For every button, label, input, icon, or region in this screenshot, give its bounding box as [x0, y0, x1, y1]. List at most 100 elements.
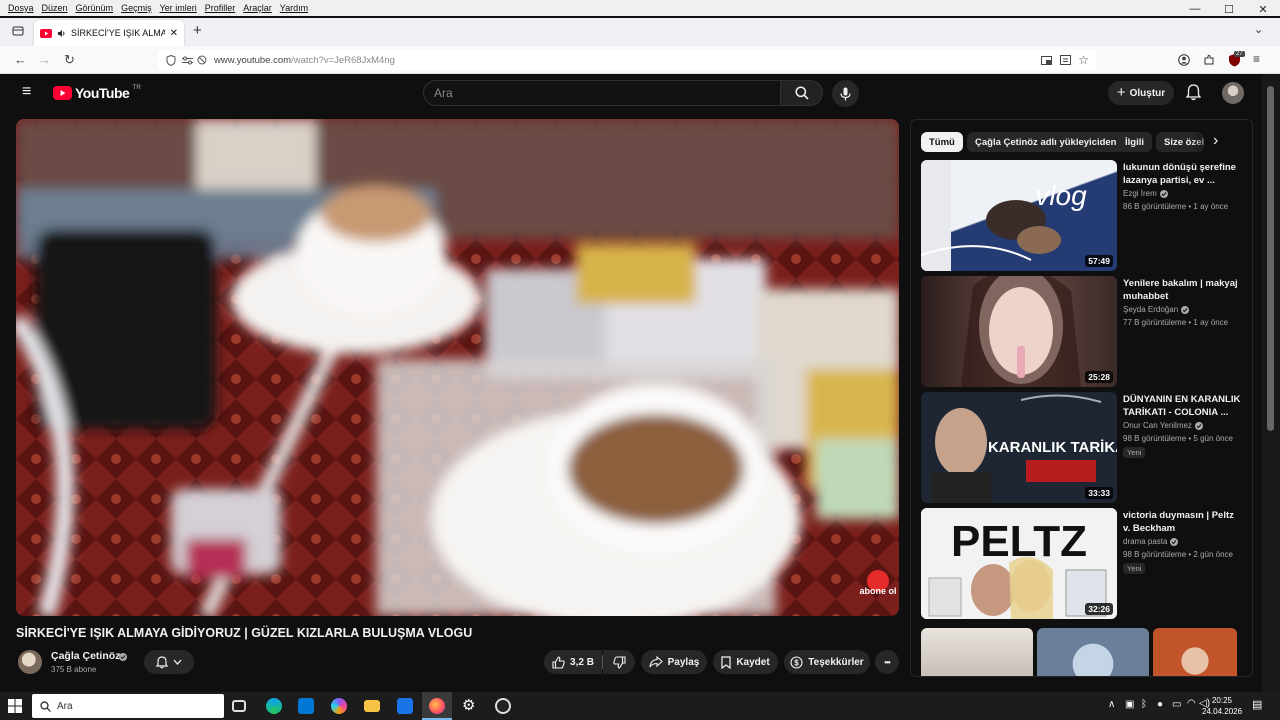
menu-dosya[interactable]: Dosya — [8, 3, 34, 13]
save-button[interactable]: Kaydet — [713, 650, 778, 674]
bluetooth-icon[interactable]: ᛒ — [1141, 699, 1147, 710]
shorts-thumbnail[interactable] — [1153, 628, 1237, 676]
new-tab-button[interactable]: + — [193, 22, 202, 39]
channel-name[interactable]: Çağla Çetinöz — [51, 650, 120, 662]
obs-icon[interactable] — [495, 698, 511, 714]
shorts-thumbnail[interactable] — [921, 628, 1033, 676]
recommendation-title[interactable]: DÜNYANIN EN KARANLIK TARİKATI - COLONIA … — [1123, 393, 1243, 419]
search-button[interactable] — [780, 80, 823, 106]
close-tab-icon[interactable]: ✕ — [170, 28, 178, 39]
maximize-button[interactable]: ☐ — [1212, 0, 1246, 18]
verified-check-icon — [1194, 421, 1203, 430]
page-scrollbar[interactable] — [1262, 74, 1280, 692]
clock-time: 20:25 — [1211, 696, 1233, 705]
hamburger-menu-icon[interactable]: ≡ — [22, 84, 31, 100]
notification-bell-dropdown[interactable] — [144, 650, 194, 674]
permissions-icon[interactable] — [182, 56, 193, 65]
menu-araclar[interactable]: Araçlar — [243, 3, 272, 13]
browser-tab-active[interactable]: SİRKECİ'YE IŞIK ALMAYA GİDİYORUZ ✕ — [34, 20, 184, 46]
chip-related[interactable]: İlgili — [1117, 132, 1152, 152]
chevron-right-icon[interactable]: › — [1213, 132, 1218, 150]
video-thumbnail[interactable]: PELTZ 32:26 — [921, 508, 1117, 619]
url-path: /watch?v=JeR68JxM4ng — [291, 54, 395, 66]
shield-icon[interactable] — [166, 54, 176, 66]
store-icon[interactable] — [298, 698, 314, 714]
tab-overflow-icon[interactable]: ⌄ — [1254, 23, 1263, 36]
start-button-icon[interactable] — [8, 699, 22, 713]
dislike-button[interactable] — [603, 650, 635, 674]
microphone-tray-icon[interactable]: ● — [1157, 699, 1163, 710]
like-button[interactable]: 3,2 B — [544, 650, 602, 674]
video-thumbnail[interactable]: KARANLIK TARİKAT 33:33 — [921, 392, 1117, 503]
tab-bar: SİRKECİ'YE IŞIK ALMAYA GİDİYORUZ ✕ + ⌄ — [0, 18, 1280, 46]
duration-badge: 32:26 — [1085, 603, 1113, 615]
close-window-button[interactable]: ✕ — [1246, 0, 1280, 18]
url-bar[interactable]: www.youtube.com /watch?v=JeR68JxM4ng ☆ — [158, 50, 1096, 70]
pip-icon[interactable] — [1041, 55, 1052, 65]
tab-list-icon[interactable] — [12, 25, 24, 37]
menu-gorunum[interactable]: Görünüm — [76, 3, 114, 13]
forward-arrow-icon[interactable]: → — [38, 52, 51, 67]
create-button[interactable]: + Oluştur — [1108, 81, 1174, 105]
reader-view-icon[interactable] — [1060, 55, 1071, 65]
copilot-icon[interactable] — [331, 698, 347, 714]
tray-overflow-icon[interactable]: ∧ — [1108, 699, 1115, 710]
search-icon — [794, 86, 809, 100]
recommendation-title[interactable]: victoria duymasın | Peltz v. Beckham — [1123, 509, 1243, 535]
bookmark-star-icon[interactable]: ☆ — [1078, 53, 1089, 67]
share-button[interactable]: Paylaş — [641, 650, 707, 674]
shorts-thumbnail[interactable] — [1037, 628, 1149, 676]
more-actions-button[interactable]: ••• — [875, 650, 899, 674]
tracking-off-icon[interactable] — [197, 55, 207, 65]
recommendation-card[interactable]: PELTZ 32:26 victoria duymasın | Peltz v.… — [921, 508, 1246, 620]
firefox-taskbar-item[interactable] — [422, 692, 452, 720]
menu-profiller[interactable]: Profiller — [205, 3, 236, 13]
recommendation-channel[interactable]: Şeyda Erdoğan — [1123, 305, 1190, 314]
notification-center-icon[interactable]: ▤ — [1252, 698, 1262, 711]
chip-from-uploader[interactable]: Çağla Çetinöz adlı yükleyiciden — [967, 132, 1125, 152]
battery-icon[interactable]: ▭ — [1172, 699, 1181, 710]
video-thumbnail[interactable]: vlog 57:49 — [921, 160, 1117, 271]
notifications-bell-icon[interactable] — [1186, 84, 1201, 101]
menu-duzen[interactable]: Düzen — [42, 3, 68, 13]
file-explorer-icon[interactable] — [364, 700, 380, 712]
chip-all[interactable]: Tümü — [921, 132, 963, 152]
clock[interactable]: 20:25 24.04.2026 — [1202, 695, 1242, 717]
wifi-icon[interactable]: ◠ — [1187, 698, 1196, 709]
app-menu-icon[interactable]: ≡ — [1253, 52, 1260, 66]
verified-check-icon — [1170, 537, 1179, 546]
speaker-icon[interactable] — [57, 29, 66, 38]
menu-yardim[interactable]: Yardım — [280, 3, 308, 13]
task-view-icon[interactable] — [232, 700, 246, 712]
mail-icon[interactable] — [397, 698, 413, 714]
settings-gear-icon[interactable]: ⚙ — [462, 696, 475, 714]
recommendation-card[interactable]: 25:28 Yenilere bakalım | makyaj muhabbet… — [921, 276, 1246, 388]
recommendation-title[interactable]: lukunun dönüşü şerefine lazanya partisi,… — [1123, 161, 1243, 187]
recommendation-channel[interactable]: Onur Can Yenilmez — [1123, 421, 1203, 430]
minimize-button[interactable]: — — [1178, 0, 1212, 18]
youtube-logo[interactable]: YouTube TR — [53, 84, 141, 101]
scrollbar-thumb[interactable] — [1267, 86, 1274, 431]
extensions-icon[interactable] — [1203, 54, 1215, 66]
account-icon[interactable] — [1178, 54, 1190, 66]
edge-icon[interactable] — [266, 698, 282, 714]
user-avatar[interactable] — [1222, 82, 1244, 104]
voice-search-button[interactable] — [832, 80, 859, 107]
recommendation-channel[interactable]: Ezgi İrem — [1123, 189, 1168, 198]
channel-avatar[interactable] — [18, 650, 42, 674]
recommendation-title[interactable]: Yenilere bakalım | makyaj muhabbet — [1123, 277, 1243, 303]
recommendation-card[interactable]: vlog 57:49 lukunun dönüşü şerefine lazan… — [921, 160, 1246, 272]
menu-gecmis[interactable]: Geçmiş — [121, 3, 152, 13]
video-thumbnail[interactable]: 25:28 — [921, 276, 1117, 387]
menu-yer-imleri[interactable]: Yer imleri — [160, 3, 197, 13]
recommendation-channel[interactable]: drama pasta — [1123, 537, 1179, 546]
video-player[interactable]: abone ol — [16, 119, 899, 616]
taskbar-search-input[interactable]: Ara — [32, 694, 224, 718]
search-input[interactable]: Ara — [423, 80, 781, 106]
duration-badge: 25:28 — [1085, 371, 1113, 383]
tray-app-icon[interactable]: ▣ — [1125, 699, 1134, 710]
reload-icon[interactable]: ↻ — [64, 52, 75, 68]
recommendation-card[interactable]: KARANLIK TARİKAT 33:33 DÜNYANIN EN KARAN… — [921, 392, 1246, 504]
back-arrow-icon[interactable]: ← — [14, 52, 27, 67]
thanks-button[interactable]: $ Teşekkürler — [784, 650, 870, 674]
